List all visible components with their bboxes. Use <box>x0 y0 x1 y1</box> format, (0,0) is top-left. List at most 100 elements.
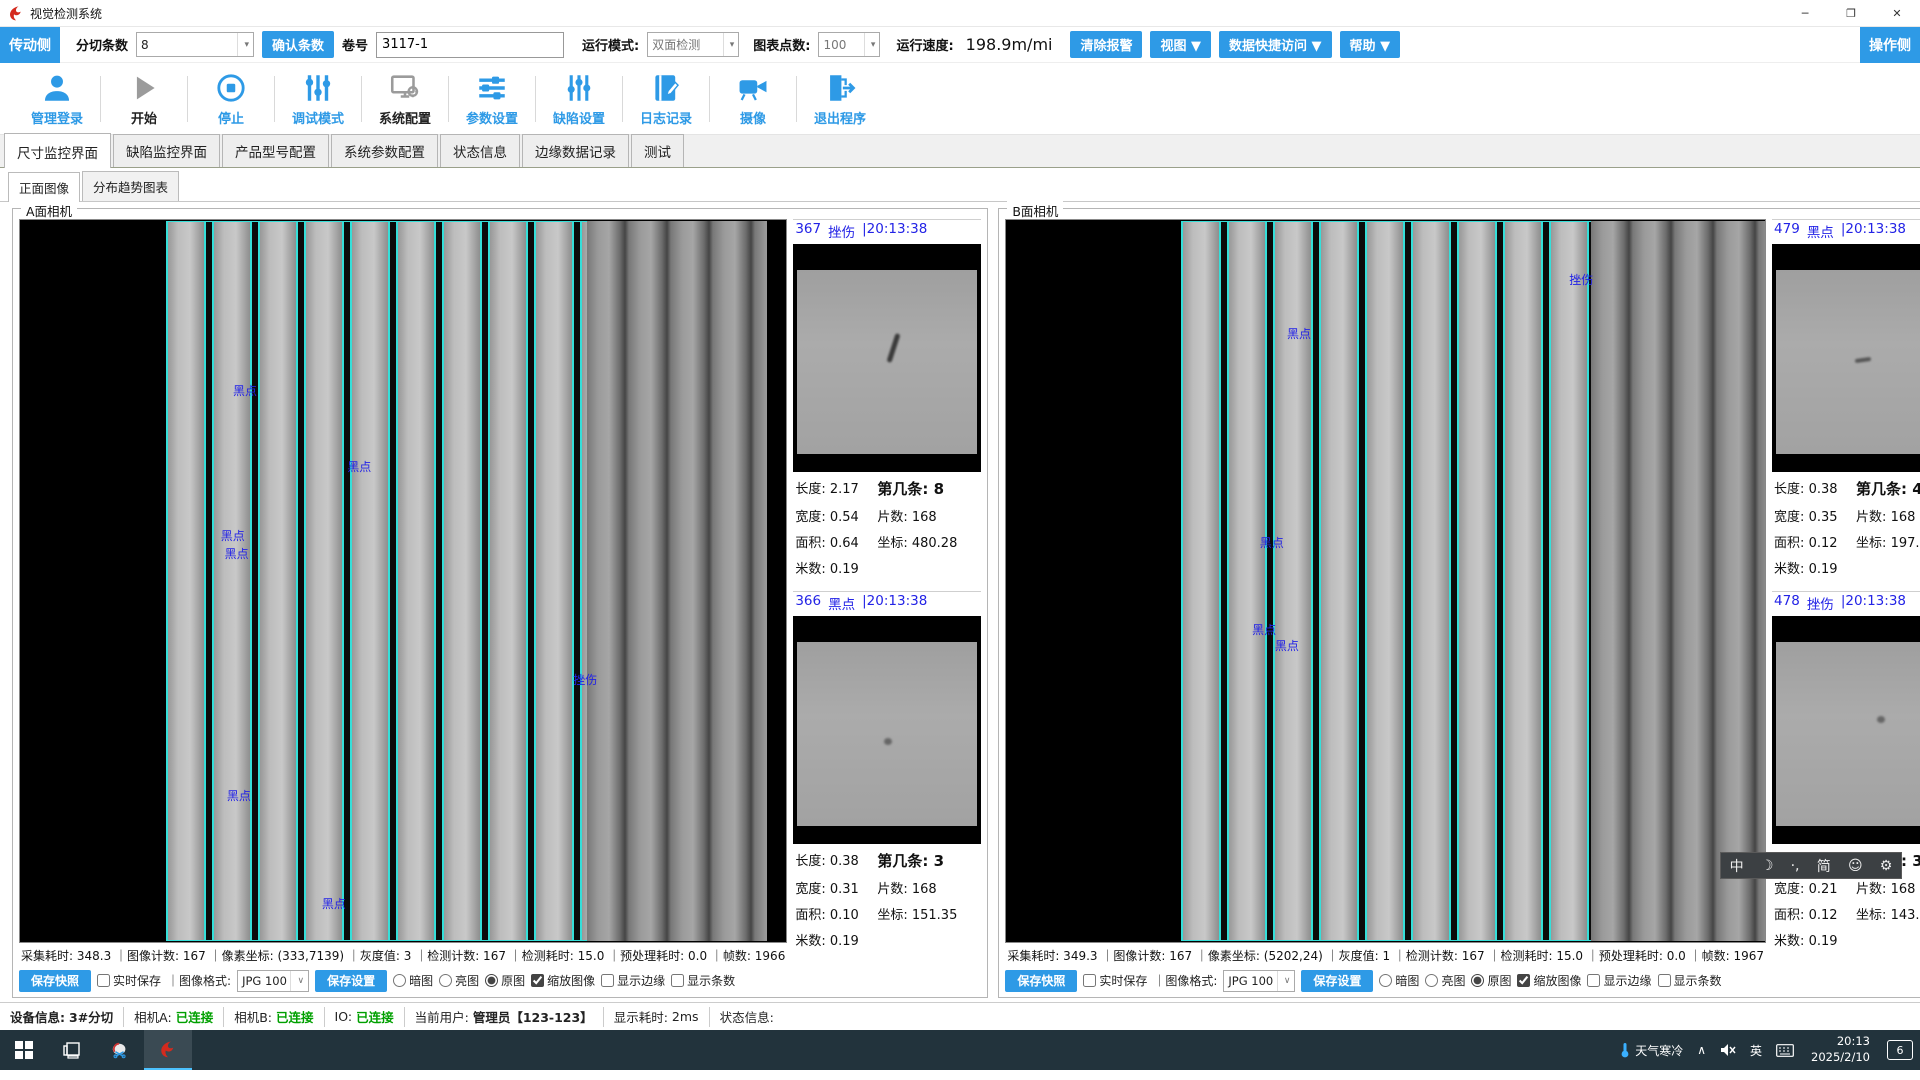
data-quick-access-button[interactable]: 数据快捷访问 ▼ <box>1219 31 1332 58</box>
maximize-button[interactable]: ❐ <box>1828 0 1874 26</box>
main-toolbar: 传动侧 分切条数 8 ▾ 确认条数 卷号 运行模式: 双面检测 ▾ 图表点数: … <box>0 27 1920 63</box>
camera-b-image[interactable]: 挫伤黑点黑点黑点黑点 <box>1005 219 1766 943</box>
input-language-indicator[interactable]: 英 <box>1743 1030 1769 1070</box>
notification-badge: 6 <box>1887 1040 1913 1060</box>
clock[interactable]: 20:13 2025/2/10 <box>1801 1034 1880 1065</box>
tab-4[interactable]: 状态信息 <box>440 134 520 167</box>
original-image-radio[interactable]: 原图 <box>1471 972 1511 989</box>
save-snapshot-button[interactable]: 保存快照 <box>1005 970 1077 992</box>
start-button[interactable] <box>0 1030 48 1070</box>
show-strips-checkbox[interactable]: 显示条数 <box>1658 972 1722 989</box>
ime-item[interactable]: ☽ <box>1761 858 1774 874</box>
snipping-tool-icon[interactable] <box>96 1030 144 1070</box>
tool-sliders-v[interactable]: 调试模式 <box>275 71 361 127</box>
defect-measurements: 长度: 0.38 第几条: 4 宽度: 0.35 片数: 168 面积: 0.1… <box>1772 472 1920 577</box>
save-snapshot-button[interactable]: 保存快照 <box>19 970 91 992</box>
tab-5[interactable]: 边缘数据记录 <box>522 134 629 167</box>
tool-play[interactable]: 开始 <box>101 71 187 127</box>
tab-1[interactable]: 缺陷监控界面 <box>113 134 220 167</box>
defect-overlay-label: 黑点 <box>1287 325 1311 342</box>
image-format-label: ｜图像格式: <box>1153 972 1217 989</box>
tool-log-book[interactable]: 日志记录 <box>623 71 709 127</box>
dark-image-radio[interactable]: 暗图 <box>393 972 433 989</box>
show-strips-checkbox[interactable]: 显示条数 <box>671 972 735 989</box>
defect-overlay-label: 黑点 <box>227 787 251 804</box>
defect-type: 挫伤 <box>1807 593 1834 613</box>
tool-exit-door[interactable]: 退出程序 <box>797 71 883 127</box>
camera-a-status-label: 相机A: <box>134 1007 172 1026</box>
operator-side-button[interactable]: 操作侧 <box>1860 27 1920 63</box>
zoom-image-checkbox[interactable]: 缩放图像 <box>1517 972 1581 989</box>
roll-number-input[interactable] <box>376 32 564 58</box>
weather-indicator[interactable]: 天气寒冷 <box>1612 1030 1690 1070</box>
tray-expand-chevron[interactable]: ∧ <box>1690 1030 1713 1070</box>
slit-count-label: 分切条数 <box>76 35 128 54</box>
run-mode-dropdown[interactable]: 双面检测 ▾ <box>647 32 739 57</box>
defect-overlay-label: 挫伤 <box>573 671 597 688</box>
slit-count-dropdown[interactable]: 8 ▾ <box>136 32 254 57</box>
minimize-button[interactable]: ─ <box>1782 0 1828 26</box>
defect-overlay-label: 黑点 <box>221 527 245 544</box>
realtime-save-checkbox[interactable]: 实时保存 <box>1083 972 1147 989</box>
view-menu-button[interactable]: 视图 ▼ <box>1150 31 1211 58</box>
current-user-label: 当前用户: <box>415 1007 469 1026</box>
tab-6[interactable]: 测试 <box>631 134 684 167</box>
volume-muted-icon[interactable] <box>1713 1030 1743 1070</box>
action-center-button[interactable]: 6 <box>1880 1030 1920 1070</box>
defect-overlay-label: 黑点 <box>1252 621 1276 638</box>
tab-0[interactable]: 尺寸监控界面 <box>4 133 111 168</box>
defect-card[interactable]: 367 挫伤 |20:13:38 长度: 2.17 第几条: 8 宽度: 0.5… <box>793 219 981 577</box>
tab-2[interactable]: 产品型号配置 <box>222 134 329 167</box>
tool-sliders-h[interactable]: 参数设置 <box>449 71 535 127</box>
defect-card[interactable]: 478 挫伤 |20:13:38 长度: 0.57 第几条: 3 宽度: 0.2… <box>1772 591 1920 949</box>
close-button[interactable]: ✕ <box>1874 0 1920 26</box>
defect-card[interactable]: 366 黑点 |20:13:38 长度: 0.38 第几条: 3 宽度: 0.3… <box>793 591 981 949</box>
tool-label: 管理登录 <box>31 108 83 127</box>
ime-item[interactable]: 简 <box>1817 856 1831 876</box>
display-time-value: 2ms <box>672 1009 699 1024</box>
show-edge-checkbox[interactable]: 显示边缘 <box>601 972 665 989</box>
drive-side-button[interactable]: 传动侧 <box>0 27 60 63</box>
image-format-dropdown[interactable]: JPG 100∨ <box>1223 970 1295 992</box>
ime-item[interactable]: ☺ <box>1848 858 1863 874</box>
play-icon <box>127 71 161 105</box>
ime-item[interactable]: ·, <box>1791 858 1800 874</box>
chart-points-dropdown[interactable]: 100 ▾ <box>818 32 880 57</box>
bright-image-radio[interactable]: 亮图 <box>1425 972 1465 989</box>
chevron-down-icon: ▾ <box>864 33 876 56</box>
tool-monitor-gear[interactable]: 系统配置 <box>362 71 448 127</box>
dark-image-radio[interactable]: 暗图 <box>1379 972 1419 989</box>
camera-a-controls: 保存快照 实时保存 ｜图像格式: JPG 100∨ 保存设置 暗图 亮图 原图 … <box>19 965 787 993</box>
ime-item[interactable]: ⚙ <box>1880 858 1893 874</box>
help-menu-button[interactable]: 帮助 ▼ <box>1340 31 1401 58</box>
bright-image-radio[interactable]: 亮图 <box>439 972 479 989</box>
camera-a-stats: 采集耗时: 348.3 ｜图像计数: 167 ｜像素坐标: (333,7139)… <box>19 943 787 965</box>
task-view-button[interactable] <box>48 1030 96 1070</box>
save-settings-button[interactable]: 保存设置 <box>315 970 387 992</box>
realtime-save-checkbox[interactable]: 实时保存 <box>97 972 161 989</box>
ime-language-bar[interactable]: 中 ☽ ·, 简 ☺ ⚙ <box>1720 852 1902 879</box>
run-mode-label: 运行模式: <box>582 35 639 54</box>
original-image-radio[interactable]: 原图 <box>485 972 525 989</box>
zoom-image-checkbox[interactable]: 缩放图像 <box>531 972 595 989</box>
subtab-0[interactable]: 正面图像 <box>8 172 80 202</box>
touch-keyboard-icon[interactable] <box>1769 1030 1801 1070</box>
image-format-label: ｜图像格式: <box>167 972 231 989</box>
tool-sliders-v2[interactable]: 缺陷设置 <box>536 71 622 127</box>
tool-stop[interactable]: 停止 <box>188 71 274 127</box>
show-edge-checkbox[interactable]: 显示边缘 <box>1587 972 1651 989</box>
image-format-dropdown[interactable]: JPG 100∨ <box>237 970 309 992</box>
defect-time: |20:13:38 <box>1841 593 1906 613</box>
tool-user[interactable]: 管理登录 <box>14 71 100 127</box>
camera-a-image[interactable]: 黑点黑点黑点黑点挫伤黑点黑点 <box>19 219 787 943</box>
clear-alarm-button[interactable]: 清除报警 <box>1070 31 1142 58</box>
subtab-1[interactable]: 分布趋势图表 <box>82 171 179 201</box>
tool-video-camera[interactable]: 摄像 <box>710 71 796 127</box>
confirm-count-button[interactable]: 确认条数 <box>262 31 334 58</box>
defect-card[interactable]: 479 黑点 |20:13:38 长度: 0.38 第几条: 4 宽度: 0.3… <box>1772 219 1920 577</box>
app-taskbar-icon[interactable] <box>144 1030 192 1070</box>
ime-item[interactable]: 中 <box>1730 856 1744 876</box>
chevron-down-icon: ∨ <box>290 971 304 991</box>
tab-3[interactable]: 系统参数配置 <box>331 134 438 167</box>
save-settings-button[interactable]: 保存设置 <box>1301 970 1373 992</box>
